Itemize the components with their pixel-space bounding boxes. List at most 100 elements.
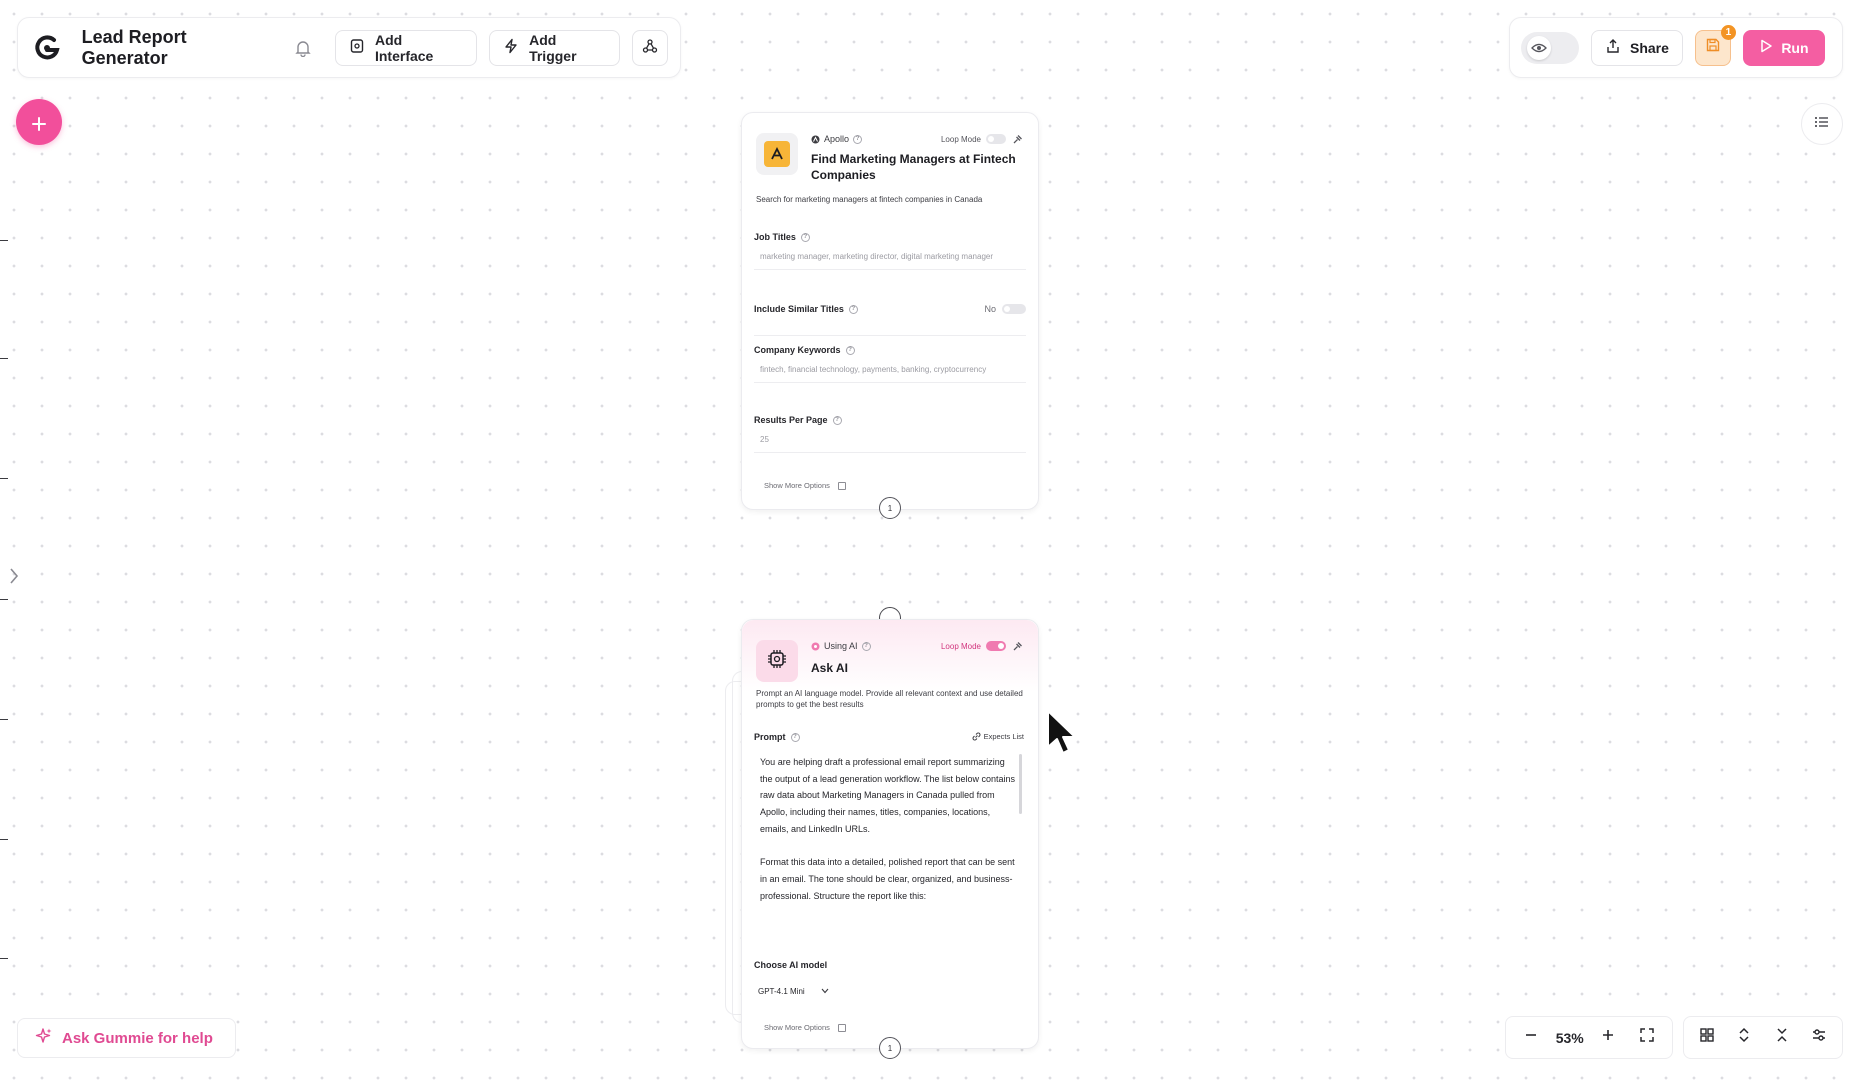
edge-tick (0, 478, 8, 479)
ask-gummie-label: Ask Gummie for help (62, 1029, 213, 1047)
node-list-button[interactable] (1801, 103, 1843, 145)
help-icon[interactable]: ? (790, 732, 800, 742)
edge-tick (0, 599, 8, 600)
add-node-button[interactable] (16, 99, 62, 145)
apollo-provider: Apollo ? (811, 134, 863, 144)
show-more-options[interactable]: Show More Options (764, 481, 846, 490)
grid-layout-button[interactable] (1693, 1024, 1721, 1052)
ask-ai-description: Prompt an AI language model. Provide all… (756, 689, 1023, 709)
show-more-label: Show More Options (764, 1023, 830, 1032)
zoom-out-button[interactable] (1517, 1024, 1545, 1052)
results-per-page-input[interactable]: 25 (754, 427, 1026, 453)
company-keywords-label: Company Keywords ? (754, 345, 855, 355)
sparkle-icon (35, 1027, 53, 1049)
include-similar-toggle[interactable] (1002, 304, 1026, 314)
ai-chip-icon (766, 648, 788, 675)
apollo-provider-label: Apollo (824, 134, 850, 144)
job-titles-input[interactable]: marketing manager, marketing director, d… (754, 244, 1026, 270)
run-button[interactable]: Run (1742, 29, 1825, 66)
apollo-node-iconbox (756, 133, 798, 175)
include-similar-value: No (984, 304, 996, 314)
view-controls (1683, 1016, 1843, 1059)
bell-icon[interactable] (289, 34, 317, 62)
ask-ai-node[interactable]: Using AI ? Loop Mode Ask AI Prompt an AI… (741, 619, 1039, 1049)
share-icon (1605, 38, 1621, 57)
apollo-node-title[interactable]: Find Marketing Managers at Fintech Compa… (811, 151, 1021, 183)
interface-icon (349, 38, 365, 57)
ai-model-select[interactable]: GPT-4.1 Mini (754, 980, 854, 1002)
help-icon[interactable]: ? (800, 232, 810, 242)
ask-ai-iconbox (756, 640, 798, 682)
divider (754, 335, 1026, 336)
edge-tick (0, 958, 8, 959)
fullscreen-icon (1639, 1027, 1655, 1048)
edge-tick (0, 839, 8, 840)
plus-icon (1601, 1028, 1615, 1047)
ai-small-icon (811, 642, 820, 650)
edge-tick (0, 358, 8, 359)
webhook-button[interactable] (632, 29, 668, 66)
share-button[interactable]: Share (1591, 29, 1683, 66)
save-icon (1705, 37, 1721, 58)
job-titles-label: Job Titles ? (754, 232, 810, 242)
trigger-bolt-icon (503, 38, 519, 57)
include-similar-label: Include Similar Titles ? (754, 304, 858, 314)
prompt-label-text: Prompt (754, 732, 786, 742)
add-interface-button[interactable]: Add Interface (334, 29, 478, 66)
company-keywords-label-text: Company Keywords (754, 345, 841, 355)
company-keywords-input[interactable]: fintech, financial technology, payments,… (754, 357, 1026, 383)
include-similar-control[interactable]: No (984, 304, 1026, 314)
prompt-textarea[interactable]: You are helping draft a professional ema… (754, 750, 1026, 944)
settings-sliders-icon (1811, 1027, 1827, 1048)
grid-icon (1699, 1027, 1715, 1048)
zoom-in-button[interactable] (1594, 1024, 1622, 1052)
prompt-scrollbar[interactable] (1019, 754, 1022, 814)
show-more-options[interactable]: Show More Options (764, 1023, 846, 1032)
canvas-settings-button[interactable] (1805, 1024, 1833, 1052)
play-icon (1759, 39, 1773, 56)
add-interface-label: Add Interface (374, 31, 434, 64)
ai-output-port[interactable]: 1 (879, 1037, 901, 1059)
apollo-node[interactable]: Apollo ? Loop Mode Find Marketing Manage… (741, 112, 1039, 510)
zoom-level: 53% (1555, 1029, 1584, 1046)
loop-mode-toggle[interactable] (986, 134, 1006, 144)
collapse-all-button[interactable] (1768, 1024, 1796, 1052)
chevron-right-icon (9, 567, 19, 590)
help-icon[interactable]: ? (832, 415, 842, 425)
link-icon (972, 732, 981, 741)
results-per-page-label: Results Per Page ? (754, 415, 842, 425)
plus-icon (32, 107, 46, 138)
expand-options-icon (837, 481, 846, 490)
loop-mode-toggle[interactable] (986, 641, 1006, 651)
edge-tick (0, 240, 8, 241)
apollo-loop-mode: Loop Mode (941, 134, 1006, 144)
save-button[interactable]: 1 (1694, 24, 1736, 66)
expects-list-button[interactable]: Expects List (972, 732, 1024, 741)
help-icon[interactable]: ? (848, 304, 858, 314)
results-per-page-label-text: Results Per Page (754, 415, 828, 425)
choose-model-label-text: Choose AI model (754, 960, 828, 970)
mouse-cursor-icon (1045, 709, 1081, 761)
job-titles-label-text: Job Titles (754, 232, 796, 242)
add-trigger-button[interactable]: Add Trigger (489, 29, 621, 66)
ai-provider: Using AI ? (811, 641, 871, 651)
gumloop-logo[interactable] (30, 31, 64, 65)
sidebar-expand-button[interactable] (6, 566, 22, 590)
pin-icon[interactable] (1012, 133, 1024, 145)
pin-icon[interactable] (1012, 640, 1024, 652)
preview-toggle[interactable] (1521, 31, 1579, 64)
ask-gummie-button[interactable]: Ask Gummie for help (17, 1018, 236, 1058)
expects-list-label: Expects List (983, 732, 1024, 741)
help-icon[interactable]: ? (853, 134, 863, 144)
expand-icon (1737, 1027, 1751, 1048)
expand-all-button[interactable] (1730, 1024, 1758, 1052)
prompt-label: Prompt ? (754, 732, 800, 742)
topright-bar: Share 1 Run (1509, 17, 1843, 78)
ask-ai-title[interactable]: Ask AI (811, 660, 1021, 676)
help-icon[interactable]: ? (861, 641, 871, 651)
apollo-output-port[interactable]: 1 (879, 497, 901, 519)
app-title[interactable]: Lead Report Generator (82, 27, 276, 69)
header-bar: Lead Report Generator Add Interface Add … (17, 17, 681, 78)
help-icon[interactable]: ? (845, 345, 855, 355)
fit-view-button[interactable] (1633, 1024, 1661, 1052)
